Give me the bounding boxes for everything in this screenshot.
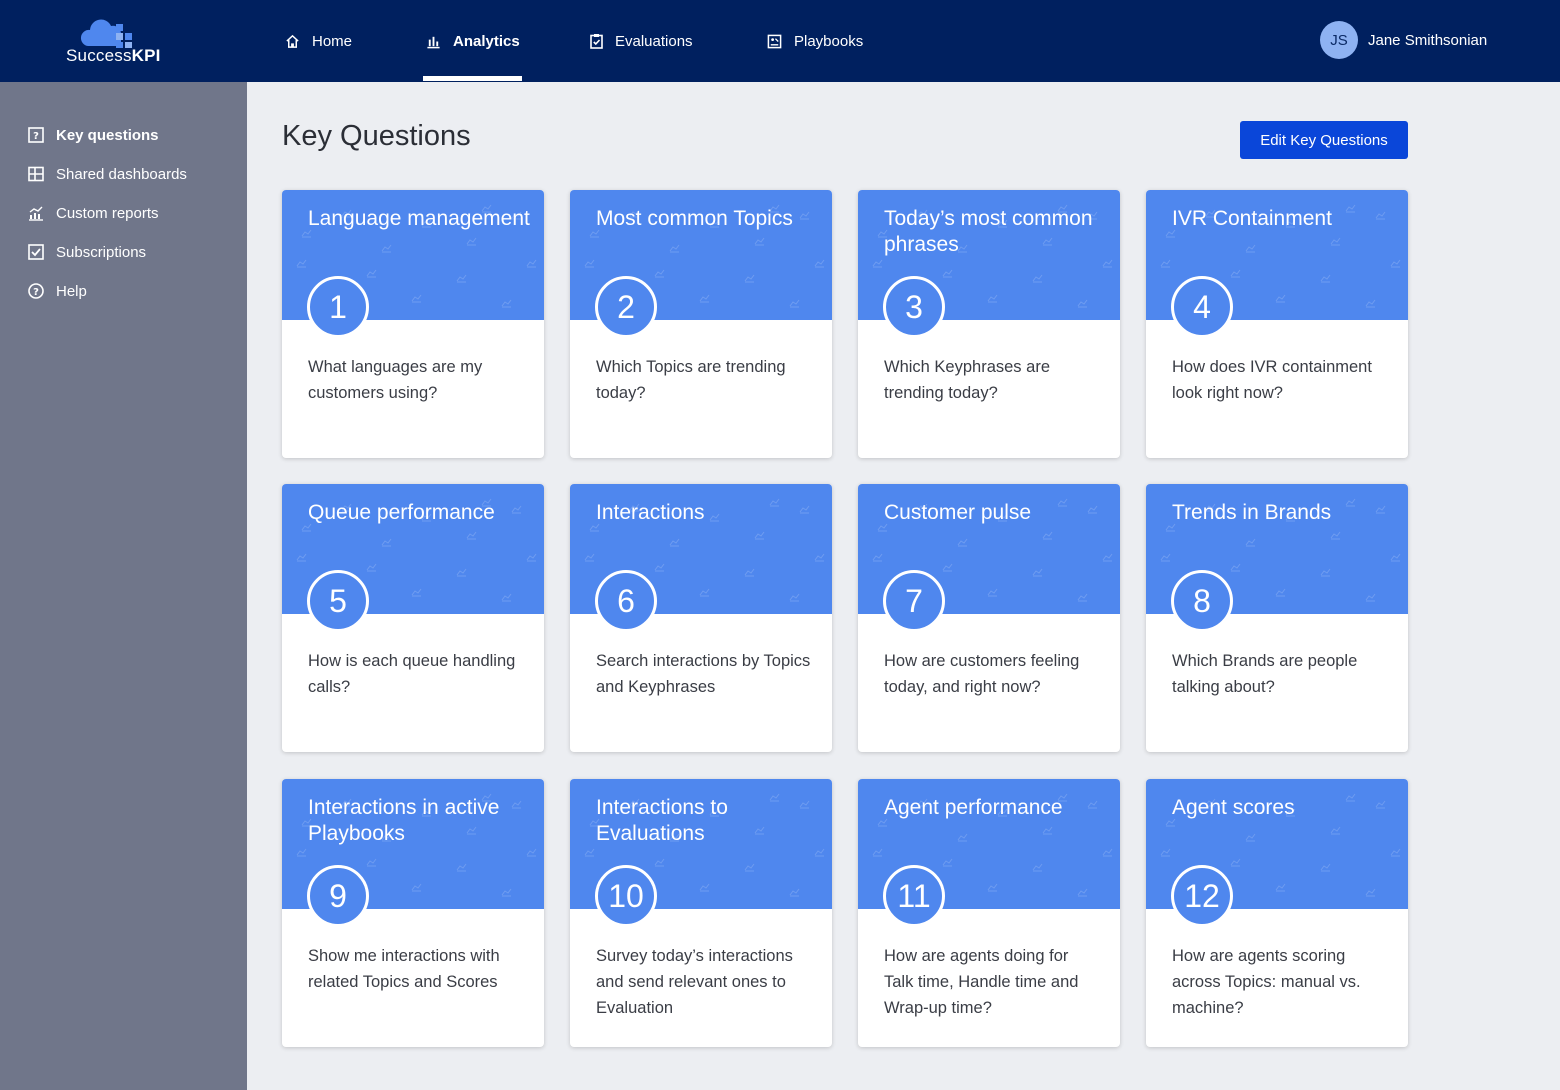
card-question: Which Keyphrases are trending today? xyxy=(884,358,1050,402)
card-title: Interactions in active Playbooks xyxy=(308,796,500,845)
sidebar-item-label: Subscriptions xyxy=(56,243,147,261)
home-icon xyxy=(286,34,299,48)
nav-home-label: Home xyxy=(312,32,353,50)
app-logo[interactable]: SuccessKPI xyxy=(66,16,166,68)
sidebar-item-custom-reports[interactable]: Custom reports xyxy=(28,202,159,224)
sidebar-item-help[interactable]: ? Help xyxy=(28,280,87,302)
card-number-badge: 3 xyxy=(883,276,945,338)
card-question: Search interactions by Topics and Keyphr… xyxy=(596,652,811,696)
nav-analytics-label: Analytics xyxy=(453,32,520,50)
card-title: Queue performance xyxy=(308,501,495,524)
card-number-badge: 2 xyxy=(595,276,657,338)
card-title: Agent scores xyxy=(1172,796,1295,819)
card-title: Most common Topics xyxy=(596,207,793,230)
clipboard-check-icon xyxy=(590,34,603,49)
sidebar-item-label: Shared dashboards xyxy=(56,165,187,183)
card-question: Survey today’s interactions and send rel… xyxy=(596,947,793,1017)
card-question: How are agents doing for Talk time, Hand… xyxy=(884,947,1079,1017)
key-question-card[interactable]: Interactions 6 Search interactions by To… xyxy=(570,484,832,752)
card-question: How are agents scoring across Topics: ma… xyxy=(1172,947,1361,1017)
card-number-badge: 5 xyxy=(307,570,369,632)
user-name: Jane Smithsonian xyxy=(1368,31,1488,49)
nav-analytics[interactable]: Analytics xyxy=(426,0,520,82)
edit-key-questions-button[interactable]: Edit Key Questions xyxy=(1240,121,1408,159)
top-navigation-bar: SuccessKPI Home Analytics Evaluations Pl… xyxy=(0,0,1560,82)
cloud-logo-icon xyxy=(80,19,132,48)
card-number-badge: 10 xyxy=(595,865,657,927)
nav-home[interactable]: Home xyxy=(285,0,352,82)
checkbox-icon xyxy=(28,244,44,260)
question-box-icon: ? xyxy=(28,127,44,143)
key-question-card[interactable]: Most common Topics 2 Which Topics are tr… xyxy=(570,190,832,458)
card-question: What languages are my customers using? xyxy=(308,358,483,402)
card-number-badge: 11 xyxy=(883,865,945,927)
avatar: JS xyxy=(1320,21,1358,59)
sidebar-item-label: Custom reports xyxy=(56,204,159,222)
card-number-badge: 12 xyxy=(1171,865,1233,927)
help-circle-icon: ? xyxy=(28,283,44,299)
card-title: Customer pulse xyxy=(884,501,1032,524)
card-question: Which Brands are people talking about? xyxy=(1172,652,1358,696)
sidebar-item-label: Key questions xyxy=(56,126,159,144)
sidebar-item-label: Help xyxy=(56,282,87,300)
nav-evaluations-label: Evaluations xyxy=(615,32,693,50)
bar-chart-icon xyxy=(427,36,440,48)
card-question: How are customers feeling today, and rig… xyxy=(884,652,1080,696)
nav-playbooks-label: Playbooks xyxy=(794,32,864,50)
card-question: Which Topics are trending today? xyxy=(596,358,786,402)
sidebar-item-shared-dashboards[interactable]: Shared dashboards xyxy=(28,163,187,185)
card-title: Today’s most common phrases xyxy=(884,207,1093,256)
nav-playbooks[interactable]: Playbooks xyxy=(767,0,863,82)
key-question-card[interactable]: Customer pulse 7 How are customers feeli… xyxy=(858,484,1120,752)
key-question-card[interactable]: Language management 1 What languages are… xyxy=(282,190,544,458)
card-question: How does IVR containment look right now? xyxy=(1172,358,1372,402)
card-title: IVR Containment xyxy=(1172,207,1332,230)
key-question-card[interactable]: Interactions to Evaluations 10 Survey to… xyxy=(570,779,832,1047)
card-title: Interactions to Evaluations xyxy=(596,796,728,845)
card-number-badge: 4 xyxy=(1171,276,1233,338)
svg-text:?: ? xyxy=(33,287,39,298)
key-question-card[interactable]: Today’s most common phrases 3 Which Keyp… xyxy=(858,190,1120,458)
nav-active-indicator xyxy=(423,76,522,81)
key-question-card[interactable]: Agent performance 11 How are agents doin… xyxy=(858,779,1120,1047)
card-title: Language management xyxy=(308,207,530,230)
svg-text:?: ? xyxy=(33,131,39,142)
card-question: Show me interactions with related Topics… xyxy=(308,947,500,991)
key-question-card[interactable]: Agent scores 12 How are agents scoring a… xyxy=(1146,779,1408,1047)
card-title: Agent performance xyxy=(884,796,1063,819)
card-number-badge: 1 xyxy=(307,276,369,338)
card-title: Trends in Brands xyxy=(1172,501,1332,524)
chart-icon xyxy=(29,206,43,221)
grid-icon xyxy=(28,166,44,182)
card-number-badge: 8 xyxy=(1171,570,1233,632)
sidebar: ? Key questions Shared dashboards Custom… xyxy=(0,82,247,1090)
key-question-card[interactable]: Trends in Brands 8 Which Brands are peop… xyxy=(1146,484,1408,752)
key-question-card[interactable]: Interactions in active Playbooks 9 Show … xyxy=(282,779,544,1047)
page-title: Key Questions xyxy=(282,120,471,152)
card-title: Interactions xyxy=(596,501,705,524)
key-question-card[interactable]: Queue performance 5 How is each queue ha… xyxy=(282,484,544,752)
playbook-icon xyxy=(767,34,782,48)
sidebar-item-key-questions[interactable]: ? Key questions xyxy=(28,124,159,146)
card-question: How is each queue handling calls? xyxy=(308,652,516,696)
key-question-card[interactable]: IVR Containment 4 How does IVR containme… xyxy=(1146,190,1408,458)
nav-evaluations[interactable]: Evaluations xyxy=(590,0,693,82)
user-menu[interactable]: JS Jane Smithsonian xyxy=(1320,20,1487,60)
logo-text: SuccessKPI xyxy=(66,46,161,65)
card-number-badge: 9 xyxy=(307,865,369,927)
sidebar-item-subscriptions[interactable]: Subscriptions xyxy=(28,241,146,263)
card-number-badge: 7 xyxy=(883,570,945,632)
card-number-badge: 6 xyxy=(595,570,657,632)
